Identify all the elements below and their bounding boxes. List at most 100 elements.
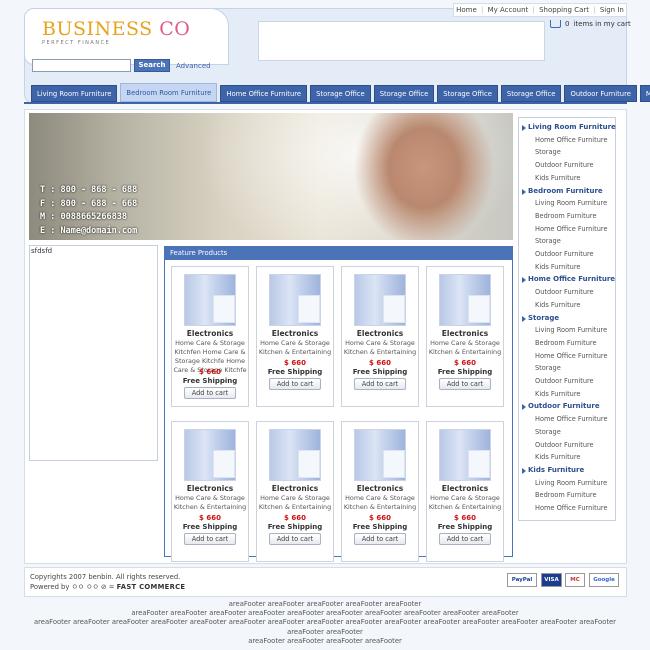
sidebar-subitem[interactable]: Storage: [535, 428, 561, 436]
mastercard-badge: MC: [565, 573, 585, 587]
product-image[interactable]: [439, 274, 491, 326]
product-image[interactable]: [439, 429, 491, 481]
product-image[interactable]: [354, 429, 406, 481]
sidebar-subitem[interactable]: Living Room Furniture: [535, 199, 607, 207]
sidebar-subitem[interactable]: Outdoor Furniture: [535, 288, 594, 296]
hero-contacts: T : 800 - 868 - 688 F : 800 - 688 - 668 …: [40, 184, 137, 238]
sidebar-subitem[interactable]: Home Office Furniture: [535, 225, 608, 233]
tab-living-room-furniture[interactable]: Living Room Furniture: [31, 85, 118, 102]
product-description: Home Care & Storage Kitchen & Entertaini…: [258, 494, 332, 511]
tab-storage-office-3[interactable]: Storage Office: [437, 85, 498, 102]
sidebar-subitem[interactable]: Kids Furniture: [535, 301, 580, 309]
product-price: $ 660: [369, 359, 391, 367]
free-shipping-label: Free Shipping: [437, 523, 493, 531]
search-input[interactable]: [32, 59, 131, 72]
sidebar-subitem[interactable]: Outdoor Furniture: [535, 377, 594, 385]
sidebar-subitem[interactable]: Kids Furniture: [535, 390, 580, 398]
product-image[interactable]: [354, 274, 406, 326]
product-name[interactable]: Electronics: [426, 329, 504, 338]
product-price: $ 660: [454, 359, 476, 367]
product-price: $ 660: [199, 514, 221, 522]
left-info-box: [29, 245, 158, 461]
add-to-cart-button[interactable]: Add to cart: [184, 533, 236, 545]
logo-word-co: CO: [159, 18, 191, 40]
add-to-cart-button[interactable]: Add to cart: [269, 533, 321, 545]
paypal-badge: PayPal: [507, 573, 537, 587]
toplink-sign-in[interactable]: Sign In: [600, 6, 624, 14]
logo-word-business: BUSINESS: [42, 18, 153, 40]
add-to-cart-button[interactable]: Add to cart: [269, 378, 321, 390]
product-name[interactable]: Electronics: [341, 329, 419, 338]
sidebar-subitem[interactable]: Home Office Furniture: [535, 352, 608, 360]
sidebar-subitem[interactable]: Outdoor Furniture: [535, 161, 594, 169]
add-to-cart-button[interactable]: Add to cart: [439, 533, 491, 545]
sidebar-category[interactable]: Home Office Furniture: [521, 275, 615, 284]
tab-storage-office-1[interactable]: Storage Office: [310, 85, 371, 102]
product-image[interactable]: [184, 274, 236, 326]
cart-icon: [550, 20, 561, 28]
advanced-search-link[interactable]: Advanced: [176, 62, 211, 70]
tab-storage-office-2[interactable]: Storage Office: [373, 85, 435, 102]
area-footer-line: areaFooter areaFooter areaFooter areaFoo…: [34, 618, 616, 636]
free-shipping-label: Free Shipping: [182, 523, 238, 531]
sidebar-subitem[interactable]: Home Office Furniture: [535, 136, 608, 144]
nav-tabs: Living Room Furniture Bedroom Room Furni…: [31, 83, 650, 102]
add-to-cart-button[interactable]: Add to cart: [354, 378, 406, 390]
sidebar-subitem[interactable]: Storage: [535, 237, 561, 245]
sidebar-category[interactable]: Outdoor Furniture: [522, 402, 600, 411]
sidebar-subitem[interactable]: Outdoor Furniture: [535, 250, 594, 258]
sidebar-category[interactable]: Kids Furniture: [521, 466, 584, 474]
add-to-cart-button[interactable]: Add to cart: [439, 378, 491, 390]
contact-mobile: M : 0088665266838: [40, 212, 127, 222]
left-box-text: sfdsfd: [31, 247, 53, 255]
add-to-cart-button[interactable]: Add to cart: [184, 387, 236, 399]
product-name[interactable]: Electronics: [256, 484, 334, 493]
free-shipping-label: Free Shipping: [267, 523, 323, 531]
product-price: $ 660: [284, 514, 306, 522]
tab-storage-office-4[interactable]: Storage Office: [500, 85, 562, 102]
product-price: $ 660: [454, 514, 476, 522]
sidebar-subitem[interactable]: Home Office Furniture: [535, 415, 608, 423]
product-name[interactable]: Electronics: [341, 484, 419, 493]
sidebar-subitem[interactable]: Outdoor Furniture: [535, 441, 594, 449]
contact-fax: F : 800 - 688 - 668: [40, 198, 138, 209]
sidebar-subitem[interactable]: Storage: [535, 364, 561, 372]
product-name[interactable]: Electronics: [171, 329, 249, 338]
tab-move[interactable]: Move: [639, 85, 650, 102]
footer-copyright-block: Copyrights 2007 benbin. All rights reser…: [30, 573, 186, 591]
product-name[interactable]: Electronics: [426, 484, 504, 493]
sidebar-category[interactable]: Bedroom Furniture: [522, 187, 603, 195]
product-image[interactable]: [184, 429, 236, 481]
toplink-home[interactable]: Home: [456, 6, 477, 14]
product-image[interactable]: [269, 429, 321, 481]
sidebar-subitem[interactable]: Bedroom Furniture: [535, 491, 597, 499]
product-name[interactable]: Electronics: [171, 484, 249, 493]
sidebar-subitem[interactable]: Storage: [535, 148, 561, 156]
sidebar-subitem[interactable]: Living Room Furniture: [535, 479, 607, 487]
logo[interactable]: BUSINESS CO: [42, 18, 190, 40]
sidebar-subitem[interactable]: Kids Furniture: [535, 453, 580, 461]
sidebar-subitem[interactable]: Bedroom Furniture: [535, 339, 597, 347]
separator: |: [481, 6, 484, 14]
sidebar-category[interactable]: Living Room Furniture: [522, 123, 616, 131]
add-to-cart-button[interactable]: Add to cart: [354, 533, 406, 545]
sidebar-category[interactable]: Storage: [521, 314, 559, 322]
sidebar-subitem[interactable]: Home Office Furniture: [535, 504, 608, 512]
tab-home-office-furniture[interactable]: Home Office Furniture: [220, 85, 308, 102]
sidebar-subitem[interactable]: Bedroom Furniture: [535, 212, 597, 220]
sidebar-subitem[interactable]: Kids Furniture: [535, 174, 580, 182]
product-image[interactable]: [269, 274, 321, 326]
banner-slot: [258, 21, 545, 61]
sidebar-subitem[interactable]: Kids Furniture: [535, 263, 580, 271]
tab-outdoor-furniture[interactable]: Outdoor Furniture: [564, 85, 637, 102]
toplink-my-account[interactable]: My Account: [488, 6, 529, 14]
contact-phone: T : 800 - 868 - 688: [40, 185, 138, 195]
search-button[interactable]: Search: [134, 59, 170, 72]
tab-bedroom-room-furniture[interactable]: Bedroom Room Furniture: [120, 83, 218, 102]
product-description: Home Care & Storage Kitchen & Entertaini…: [173, 494, 247, 511]
engine-name[interactable]: FAST COMMERCE: [117, 583, 186, 591]
toplink-shopping-cart[interactable]: Shopping Cart: [539, 6, 589, 14]
sidebar-subitem[interactable]: Living Room Furniture: [535, 326, 607, 334]
cart-summary[interactable]: 0 items in my cart: [550, 20, 631, 28]
product-name[interactable]: Electronics: [256, 329, 334, 338]
